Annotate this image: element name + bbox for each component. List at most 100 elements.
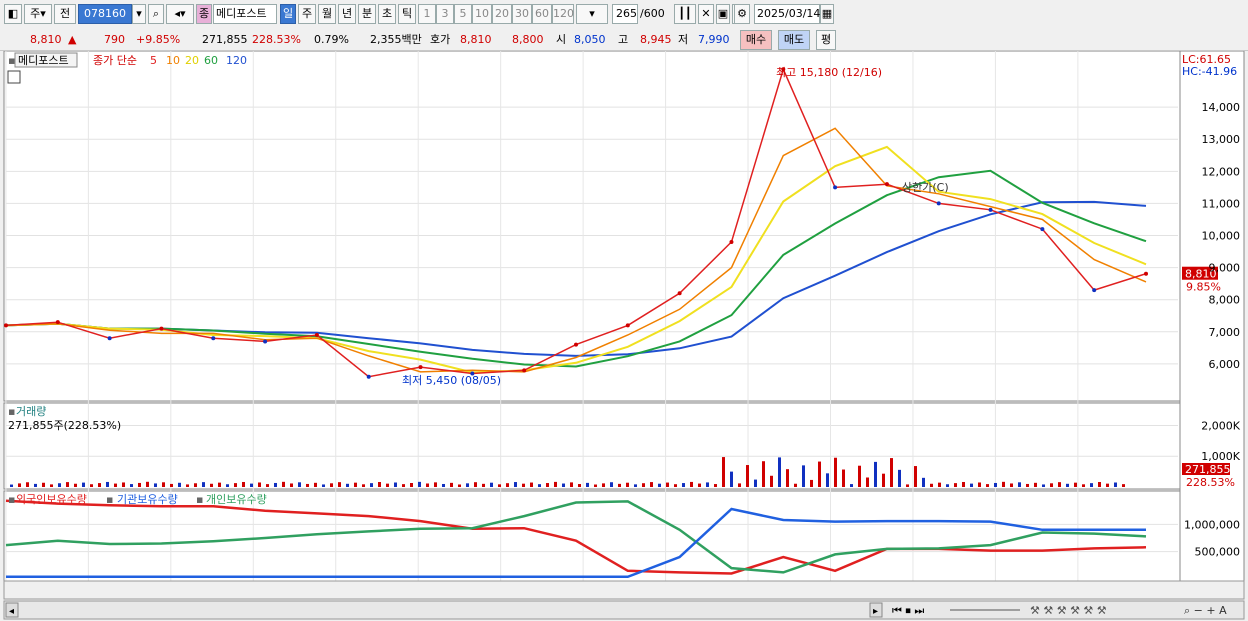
interval-30[interactable]: 30 — [512, 4, 532, 24]
annotation-high: 최고 15,180 (12/16) — [776, 66, 882, 79]
volume-bar — [530, 482, 533, 487]
quote-open: 8,050 — [574, 33, 606, 46]
quote-change-pct: +9.85% — [136, 33, 181, 46]
holdings-panel — [3, 490, 1181, 582]
tab-year[interactable]: 년 — [338, 4, 356, 24]
low-label: 저 — [678, 33, 689, 46]
quote-bar: 8,810 ▲ 790 +9.85% 271,855 228.53% 0.79%… — [0, 28, 1248, 51]
tab-week[interactable]: 주 — [298, 4, 316, 24]
code-dropdown-icon[interactable]: ▾ — [132, 4, 146, 24]
stock-chart[interactable]: 8,8109.85% 271,855228.53% 14,00013,00012… — [0, 51, 1248, 621]
volume-bar — [866, 477, 869, 487]
legend-ma60: 60 — [204, 54, 218, 67]
interval-20[interactable]: 20 — [492, 4, 512, 24]
sound-icon[interactable]: ◂▾ — [166, 4, 194, 24]
volume-bar — [706, 482, 709, 487]
volume-bar — [314, 482, 317, 487]
legend-dot: ▪ — [8, 54, 15, 67]
volume-bar — [1026, 483, 1029, 487]
close-point — [55, 320, 60, 325]
table-icon[interactable] — [7, 70, 21, 84]
annotation-low: 최저 5,450 (08/05) — [402, 374, 501, 387]
calendar-icon[interactable]: ▦ — [820, 4, 834, 24]
tab-second[interactable]: 초 — [378, 4, 396, 24]
volume-last-pct: 228.53% — [1186, 476, 1235, 489]
buy-button[interactable]: 매수 — [740, 30, 772, 50]
interval-3[interactable]: 3 — [436, 4, 454, 24]
close-point — [677, 291, 682, 296]
date-input[interactable]: 2025/03/14 — [754, 4, 820, 24]
volume-bar — [634, 484, 637, 487]
drawing-tools-icon[interactable]: ⚒ ⚒ ⚒ ⚒ ⚒ ⚒ — [1030, 604, 1107, 617]
hc-label: HC:-41.96 — [1182, 65, 1237, 78]
volume-bar — [242, 481, 245, 487]
search-icon[interactable]: ⌕ — [148, 4, 164, 24]
save-icon[interactable]: ▣ — [716, 4, 730, 24]
legend-institution: 기관보유수량 — [117, 493, 178, 506]
volume-bar — [346, 483, 349, 487]
candle-icon[interactable]: ┃┃ — [674, 4, 696, 24]
interval-10[interactable]: 10 — [472, 4, 492, 24]
volume-bar — [114, 483, 117, 487]
volume-bar — [602, 483, 605, 487]
stock-code-input[interactable]: 078160 — [78, 4, 132, 24]
price-tick-label: 10,000 — [1202, 230, 1241, 243]
volume-bar — [394, 482, 397, 487]
volume-bar — [922, 477, 925, 487]
settings-icon[interactable]: ⚙ — [734, 4, 750, 24]
quote-ask: 8,810 — [460, 33, 492, 46]
crosshair-icon[interactable]: ✕ — [698, 4, 714, 24]
volume-panel — [3, 402, 1181, 490]
count-input[interactable]: 265 — [612, 4, 638, 24]
volume-bar — [762, 461, 765, 487]
volume-bar — [562, 483, 565, 487]
type-select[interactable]: 주▾ — [24, 4, 52, 24]
interval-60[interactable]: 60 — [532, 4, 552, 24]
volume-bar — [954, 483, 957, 487]
volume-bar — [234, 483, 237, 487]
volume-bar — [474, 482, 477, 487]
volume-bar — [1002, 481, 1005, 487]
interval-custom-select[interactable]: ▾ — [576, 4, 608, 24]
volume-bar — [146, 481, 149, 487]
close-point — [211, 336, 216, 341]
playback-controls[interactable]: ⏮ ⏹ ⏭ — [892, 604, 924, 617]
volume-bar — [1098, 482, 1101, 487]
holdings-dot-3: ▪ — [196, 493, 203, 506]
volume-bar — [586, 482, 589, 487]
close-point — [107, 336, 112, 341]
close-point — [522, 368, 527, 373]
volume-bar — [642, 483, 645, 487]
volume-bar — [770, 475, 773, 487]
eval-button[interactable]: 평 — [816, 30, 836, 50]
volume-bar — [106, 481, 109, 487]
volume-bar — [778, 457, 781, 487]
interval-5[interactable]: 5 — [454, 4, 472, 24]
volume-bar — [450, 482, 453, 487]
tab-minute[interactable]: 분 — [358, 4, 376, 24]
volume-bar — [418, 481, 421, 487]
volume-bar — [986, 484, 989, 487]
tab-month[interactable]: 월 — [318, 4, 336, 24]
volume-bar — [1034, 482, 1037, 487]
volume-bar — [930, 483, 933, 487]
interval-1[interactable]: 1 — [418, 4, 436, 24]
volume-bar — [514, 482, 517, 487]
prev-button[interactable]: 전 — [54, 4, 76, 24]
volume-bar — [402, 484, 405, 487]
volume-value-label: 271,855주(228.53%) — [8, 419, 121, 432]
price-tick-label: 7,000 — [1209, 326, 1241, 339]
volume-bar — [50, 484, 53, 487]
volume-bar — [666, 482, 669, 487]
tab-day[interactable]: 일 — [280, 4, 296, 24]
sell-button[interactable]: 매도 — [778, 30, 810, 50]
tab-tick[interactable]: 틱 — [398, 4, 416, 24]
holdings-tick-label: 500,000 — [1195, 546, 1241, 559]
menu-icon[interactable]: ◧ — [4, 4, 22, 24]
close-point — [625, 323, 630, 328]
interval-120[interactable]: 120 — [552, 4, 574, 24]
zoom-out-icon[interactable]: ⌕ − + A — [1184, 604, 1227, 617]
volume-bar — [1042, 484, 1045, 487]
stock-name-field: 메디포스트 — [213, 4, 277, 24]
close-point — [263, 339, 268, 344]
